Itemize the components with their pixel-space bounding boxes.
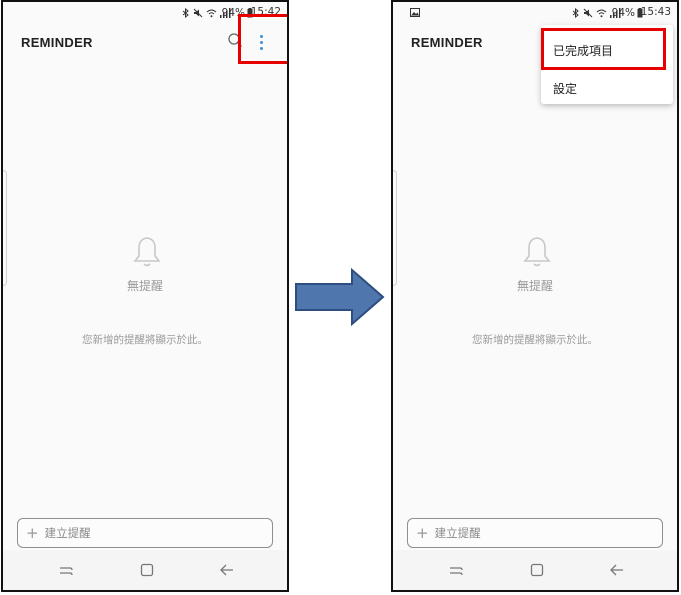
app-title: REMINDER xyxy=(21,35,93,50)
status-time: 15:43 xyxy=(640,6,671,18)
screen-before: 94% 15:42 REMINDER 無提醒 您新增的提醒將顯示於此。 + 建立… xyxy=(1,0,289,592)
app-title: REMINDER xyxy=(411,35,483,50)
empty-state-hint: 您新增的提醒將顯示於此。 xyxy=(472,334,598,346)
status-bar: 94% 15:42 xyxy=(3,2,287,24)
menu-item-settings[interactable]: 設定 xyxy=(553,80,577,97)
bell-icon xyxy=(523,237,551,267)
back-icon[interactable] xyxy=(609,562,625,578)
add-reminder-placeholder: 建立提醒 xyxy=(434,526,481,540)
bluetooth-icon xyxy=(572,8,579,18)
plus-icon: + xyxy=(26,523,39,542)
more-options-button[interactable] xyxy=(255,32,267,52)
add-reminder-placeholder: 建立提醒 xyxy=(44,526,91,540)
battery-percent: 94% xyxy=(221,7,245,19)
arrow-right-icon xyxy=(295,268,385,326)
home-icon[interactable] xyxy=(139,562,155,578)
mute-icon xyxy=(193,8,203,18)
screen-after: 94% 15:43 REMINDER 無提醒 您新增的提醒將顯示於此。 + 建立… xyxy=(391,0,679,592)
add-reminder-field[interactable]: + 建立提醒 xyxy=(407,518,663,548)
menu-item-completed[interactable]: 已完成項目 xyxy=(553,42,613,59)
edge-panel-handle[interactable] xyxy=(3,170,7,286)
search-icon xyxy=(228,33,242,47)
recent-apps-icon[interactable] xyxy=(448,562,464,578)
plus-icon: + xyxy=(416,523,429,542)
bluetooth-icon xyxy=(182,8,189,18)
wifi-icon xyxy=(206,9,217,18)
home-icon[interactable] xyxy=(529,562,545,578)
recent-apps-icon[interactable] xyxy=(58,562,74,578)
wifi-icon xyxy=(596,9,607,18)
status-bar: 94% 15:43 xyxy=(393,2,677,24)
empty-state-hint: 您新增的提醒將顯示於此。 xyxy=(82,334,208,346)
bell-icon xyxy=(133,237,161,267)
empty-state-title: 無提醒 xyxy=(516,279,553,293)
navigation-bar xyxy=(393,550,677,590)
search-button[interactable] xyxy=(227,32,243,48)
back-icon[interactable] xyxy=(219,562,235,578)
overflow-menu: 已完成項目 設定 xyxy=(541,25,673,104)
gallery-icon xyxy=(410,8,420,17)
empty-state-title: 無提醒 xyxy=(126,279,163,293)
add-reminder-field[interactable]: + 建立提醒 xyxy=(17,518,273,548)
navigation-bar xyxy=(3,550,287,590)
more-vertical-icon xyxy=(259,34,263,50)
battery-percent: 94% xyxy=(611,7,635,19)
status-time: 15:42 xyxy=(250,6,281,18)
edge-panel-handle[interactable] xyxy=(393,170,397,286)
mute-icon xyxy=(583,8,593,18)
